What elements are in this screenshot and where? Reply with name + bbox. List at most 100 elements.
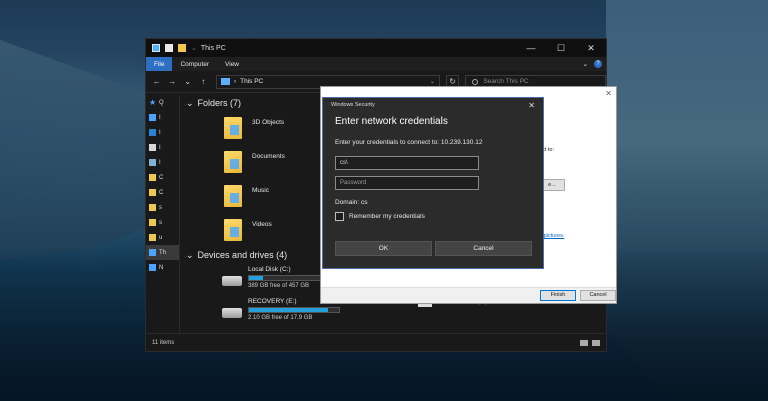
remember-checkbox[interactable]: [335, 212, 344, 221]
folder-icon: [149, 174, 156, 181]
expand-ribbon-icon[interactable]: ⌄: [583, 60, 588, 68]
remember-credentials[interactable]: Remember my credentials: [323, 212, 543, 221]
finish-button[interactable]: Finish: [540, 290, 576, 301]
desktop-icon: [149, 114, 156, 121]
tab-computer[interactable]: Computer: [172, 57, 217, 71]
nav-label: Th: [159, 249, 167, 256]
nav-item-desktop[interactable]: I: [146, 110, 179, 125]
videos-folder-icon: [224, 219, 242, 241]
nav-label: s: [159, 219, 162, 226]
up-button[interactable]: ↑: [198, 77, 207, 86]
nav-item-folder[interactable]: s: [146, 200, 179, 215]
dialog-prompt: Enter your credentials to connect to: 10…: [335, 139, 483, 146]
nav-item-network[interactable]: N: [146, 260, 179, 275]
nav-item-documents[interactable]: I: [146, 140, 179, 155]
dialog-titlebar: Windows Security ✕: [323, 98, 543, 112]
ok-button[interactable]: OK: [335, 241, 432, 256]
customize-toolbar-icon[interactable]: ⌄: [191, 44, 197, 52]
collapse-icon[interactable]: ⌄: [186, 98, 194, 109]
drives-group-label: Devices and drives (4): [197, 250, 288, 260]
credentials-dialog: Windows Security ✕ Enter network credent…: [322, 97, 544, 269]
star-icon: ★: [149, 98, 157, 107]
collapse-icon[interactable]: ⌄: [186, 250, 194, 261]
this-pc-icon: [152, 44, 160, 52]
nav-item-downloads[interactable]: I: [146, 125, 179, 140]
drive-free-space: 2.10 GB free of 17.9 GB: [248, 315, 313, 321]
3d-objects-folder-icon: [224, 117, 242, 139]
nav-item-pictures[interactable]: I: [146, 155, 179, 170]
status-bar: 11 items: [146, 333, 606, 351]
close-button[interactable]: ✕: [576, 43, 606, 54]
nav-label: C: [159, 174, 164, 181]
dialog-close-icon[interactable]: ✕: [528, 101, 535, 110]
drive-usage-fill: [249, 308, 329, 312]
wizard-cancel-button[interactable]: Cancel: [580, 290, 616, 301]
nav-label: I: [159, 144, 161, 151]
folder-label: 3D Objects: [252, 118, 285, 126]
tab-file[interactable]: File: [146, 57, 173, 71]
item-count: 11 items: [152, 339, 175, 346]
dialog-title: Windows Security: [331, 102, 375, 108]
folder-label: Videos: [252, 220, 272, 228]
address-dropdown-icon[interactable]: ⌄: [430, 78, 435, 85]
folder-icon: [149, 189, 156, 196]
documents-folder-icon: [224, 151, 242, 173]
wizard-close-icon[interactable]: ✕: [605, 89, 612, 98]
drive-usage-fill: [249, 276, 263, 280]
nav-item-quick-access[interactable]: ★ Q: [146, 95, 179, 110]
search-placeholder: Search This PC: [483, 78, 529, 85]
pictures-icon: [149, 159, 156, 166]
quick-access-toolbar: ⌄: [146, 44, 197, 52]
folder-icon: [149, 234, 156, 241]
tab-view[interactable]: View: [217, 57, 247, 71]
window-title: This PC: [200, 44, 226, 52]
ribbon-right: ⌄ ?: [583, 57, 606, 71]
folder-label: Documents: [252, 152, 285, 160]
dialog-heading: Enter network credentials: [335, 116, 448, 127]
hard-drive-icon: [222, 308, 242, 318]
folders-group-label: Folders (7): [197, 98, 242, 108]
download-icon: [149, 129, 156, 136]
properties-icon[interactable]: [165, 44, 173, 52]
nav-item-folder[interactable]: C: [146, 170, 179, 185]
cancel-button[interactable]: Cancel: [435, 241, 532, 256]
network-icon: [149, 264, 156, 271]
help-icon[interactable]: ?: [594, 60, 602, 68]
password-field[interactable]: Password: [335, 176, 479, 190]
search-icon: [472, 78, 479, 85]
hard-drive-icon: [222, 276, 242, 286]
nav-label: Q: [159, 99, 164, 106]
folder-icon: [149, 219, 156, 226]
back-button[interactable]: ←: [152, 77, 161, 86]
this-pc-icon: [149, 249, 156, 256]
this-pc-icon: [220, 78, 230, 85]
nav-item-folder[interactable]: C: [146, 185, 179, 200]
domain-label: Domain: cs: [335, 199, 368, 206]
drive-usage-bar: [248, 307, 340, 313]
nav-label: I: [159, 114, 161, 121]
nav-label: I: [159, 129, 161, 136]
nav-label: N: [159, 264, 164, 271]
recent-locations-button[interactable]: ⌄: [183, 77, 192, 86]
nav-item-this-pc[interactable]: Th: [146, 245, 179, 260]
new-folder-icon[interactable]: [178, 44, 186, 52]
music-folder-icon: [224, 185, 242, 207]
nav-item-folder[interactable]: u: [146, 230, 179, 245]
remember-label: Remember my credentials: [349, 213, 425, 220]
minimize-button[interactable]: —: [516, 43, 546, 54]
nav-item-folder[interactable]: s: [146, 215, 179, 230]
view-toggle: [580, 339, 606, 346]
document-icon: [149, 144, 156, 151]
window-controls: — ☐ ✕: [516, 43, 606, 54]
address-text: This PC: [240, 78, 264, 85]
username-field[interactable]: cs\: [335, 156, 479, 170]
folder-label: Music: [252, 186, 269, 194]
ribbon-tabs: File Computer View ⌄ ?: [146, 57, 606, 71]
large-icons-view-icon[interactable]: [592, 339, 600, 346]
nav-label: I: [159, 159, 161, 166]
navigation-pane: ★ Q I I I I C C s s u Th N: [146, 95, 180, 333]
maximize-button[interactable]: ☐: [546, 43, 576, 54]
forward-button[interactable]: →: [167, 77, 176, 86]
details-view-icon[interactable]: [580, 339, 588, 346]
folder-icon: [149, 204, 156, 211]
